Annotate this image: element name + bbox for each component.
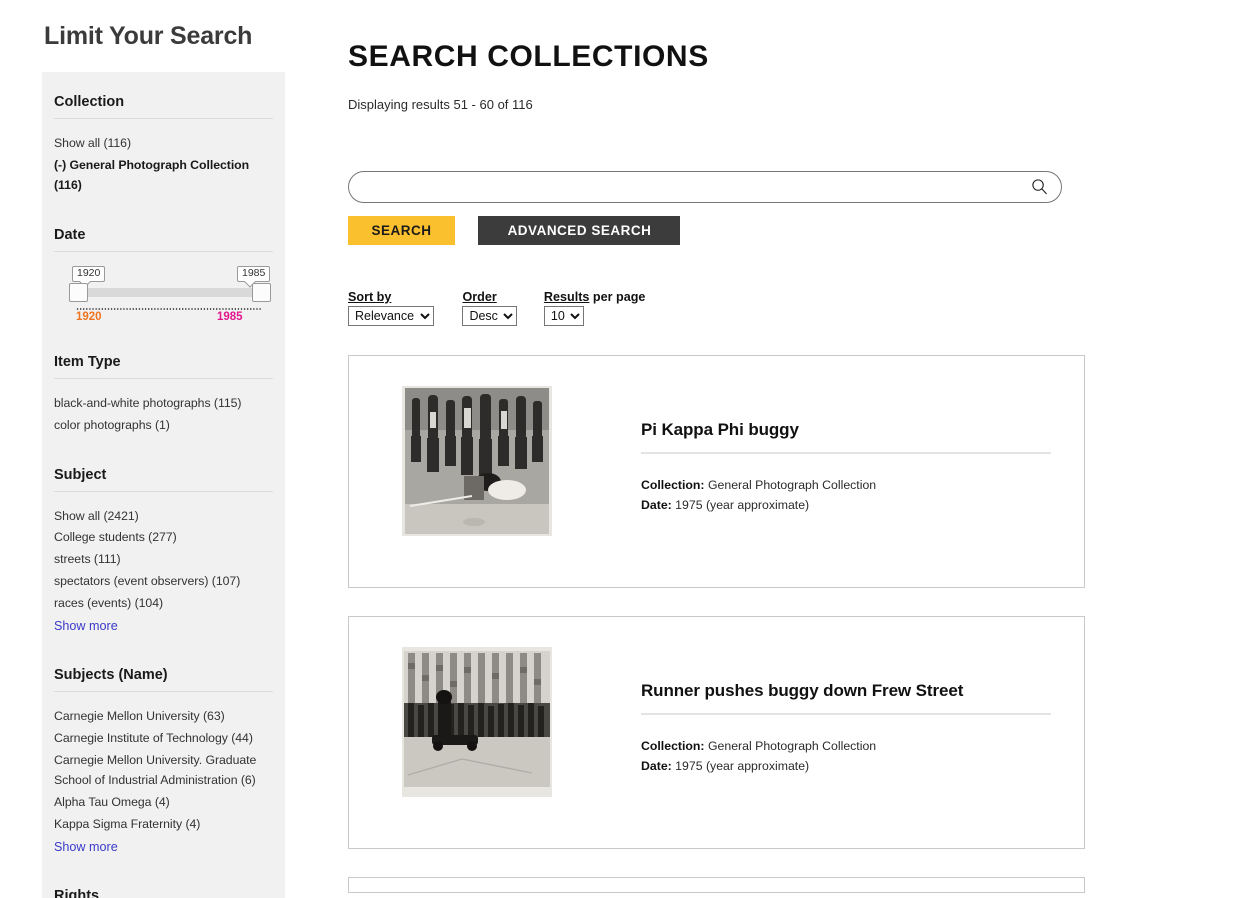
date-value: 1975 (year approximate) — [675, 497, 810, 512]
facet-divider — [54, 118, 273, 119]
result-thumbnail[interactable] — [402, 386, 552, 536]
search-input[interactable] — [348, 171, 1062, 203]
facet-heading-subject: Subject — [54, 466, 107, 483]
facet-option-cmu-gsia[interactable]: Carnegie Mellon University. Graduate Sch… — [54, 750, 273, 792]
date-value: 1975 (year approximate) — [675, 758, 810, 773]
facet-option-spectators[interactable]: spectators (event observers) (107) — [54, 571, 273, 593]
results-per-page-label-plain: per page — [589, 290, 646, 304]
show-more-subject-link[interactable]: Show more — [54, 615, 273, 637]
slider-label-max: 1985 — [217, 310, 243, 323]
results-per-page-label: Results per page — [544, 290, 646, 304]
facet-option-bw-photographs[interactable]: black-and-white photographs (115) — [54, 393, 273, 415]
facet-heading-date: Date — [54, 226, 86, 243]
slider-tooltip-max: 1985 — [237, 265, 271, 283]
date-range-slider[interactable]: 1920 1985 1920 1985 — [54, 265, 273, 324]
result-card[interactable]: Runner pushes buggy down Frew Street Col… — [348, 616, 1085, 849]
result-collection: Collection: General Photograph Collectio… — [641, 737, 1051, 757]
facet-option-races[interactable]: races (events) (104) — [54, 593, 273, 615]
collection-label: Collection: — [641, 478, 705, 492]
page-title: SEARCH COLLECTIONS — [348, 40, 709, 74]
advanced-search-button[interactable]: ADVANCED SEARCH — [478, 216, 681, 245]
search-button[interactable]: SEARCH — [348, 216, 455, 245]
results-per-page-label-underlined: Results — [543, 290, 590, 304]
show-more-subjects-name-link[interactable]: Show more — [54, 836, 273, 858]
result-collection: Collection: General Photograph Collectio… — [641, 476, 1051, 496]
facet-option-college-students[interactable]: College students (277) — [54, 527, 273, 549]
facet-heading-collection: Collection — [54, 94, 125, 110]
facet-heading-item-type: Item Type — [54, 353, 121, 370]
results-count-text: Displaying results 51 - 60 of 116 — [348, 97, 533, 112]
sort-by-label-underlined: Sort by — [348, 290, 392, 304]
facet-group-subjects-name: Subjects (Name) Carnegie Mellon Universi… — [54, 663, 273, 858]
photo-buggy-crowd — [402, 386, 552, 536]
title-divider — [641, 713, 1051, 715]
results-per-page-group: Results per page 10 — [543, 290, 646, 326]
result-date: Date: 1975 (year approximate) — [641, 757, 1051, 777]
facet-option-kappa-sigma-fraternity[interactable]: Kappa Sigma Fraternity (4) — [54, 814, 273, 836]
facet-divider — [54, 691, 273, 693]
facet-option-streets[interactable]: streets (111) — [54, 549, 273, 571]
facet-group-date: Date 1920 1985 1920 1985 — [54, 223, 273, 324]
date-label: Date: — [641, 758, 672, 773]
result-title[interactable]: Pi Kappa Phi buggy — [641, 420, 799, 440]
date-label: Date: — [641, 497, 672, 512]
result-date: Date: 1975 (year approximate) — [641, 496, 1051, 516]
facet-group-item-type: Item Type black-and-white photographs (1… — [54, 350, 273, 437]
facet-panel: Collection Show all (116) (-) General Ph… — [42, 72, 285, 898]
sort-by-select[interactable]: Relevance — [348, 306, 434, 326]
facet-option-general-photograph-collection[interactable]: (-) General Photograph Collection (116) — [54, 155, 273, 197]
slider-tooltip-min: 1920 — [72, 265, 106, 283]
facet-option-show-all-subject[interactable]: Show all (2421) — [54, 506, 273, 528]
search-collections-page: Limit Your Search Collection Show all (1… — [0, 0, 1256, 898]
facet-option-color-photographs[interactable]: color photographs (1) — [54, 415, 273, 437]
order-label-underlined: Order — [462, 290, 497, 304]
collection-label: Collection: — [641, 739, 705, 753]
slider-track[interactable] — [76, 287, 256, 297]
facet-group-rights: Rights Copyright Undetermined (15) — [54, 884, 273, 898]
facet-divider — [54, 250, 273, 252]
slider-handle-min[interactable] — [69, 282, 88, 302]
facet-option-carnegie-mellon-university[interactable]: Carnegie Mellon University (63) — [54, 706, 273, 728]
results-list: Pi Kappa Phi buggy Collection: General P… — [348, 355, 1085, 898]
facet-option-carnegie-institute-technology[interactable]: Carnegie Institute of Technology (44) — [54, 728, 273, 750]
result-thumbnail[interactable] — [402, 647, 552, 797]
search-bar — [348, 171, 1062, 203]
facet-group-collection: Collection Show all (116) (-) General Ph… — [54, 90, 273, 197]
facet-divider — [54, 490, 273, 492]
title-divider — [641, 452, 1051, 454]
sort-by-group: Sort by Relevance — [348, 290, 434, 326]
collection-value: General Photograph Collection — [707, 478, 877, 492]
result-card[interactable]: Pi Kappa Phi buggy Collection: General P… — [348, 355, 1085, 588]
sidebar-title: Limit Your Search — [44, 22, 253, 50]
facets-sidebar: Limit Your Search Collection Show all (1… — [0, 0, 330, 898]
facet-heading-rights: Rights — [54, 888, 100, 898]
result-card[interactable] — [348, 877, 1085, 893]
sort-controls: Sort by Relevance Order Desc Results per… — [348, 290, 669, 326]
order-label: Order — [462, 290, 517, 304]
facet-option-show-all-collection[interactable]: Show all (116) — [54, 133, 273, 155]
result-title[interactable]: Runner pushes buggy down Frew Street — [641, 681, 963, 701]
facet-group-subject: Subject Show all (2421) College students… — [54, 463, 273, 638]
photo-runner-buggy — [402, 647, 552, 797]
slider-handle-max[interactable] — [252, 282, 271, 302]
order-group: Order Desc — [462, 290, 518, 326]
facet-option-alpha-tau-omega[interactable]: Alpha Tau Omega (4) — [54, 792, 273, 814]
search-actions: SEARCH ADVANCED SEARCH — [348, 216, 681, 245]
result-details: Runner pushes buggy down Frew Street Col… — [641, 681, 1051, 777]
result-details: Pi Kappa Phi buggy Collection: General P… — [641, 420, 1051, 516]
results-per-page-select[interactable]: 10 — [543, 306, 584, 326]
order-select[interactable]: Desc — [462, 306, 518, 326]
main-content: SEARCH COLLECTIONS Displaying results 51… — [330, 0, 1256, 898]
facet-heading-subjects-name: Subjects (Name) — [54, 667, 168, 684]
sort-by-label: Sort by — [348, 290, 434, 304]
collection-value: General Photograph Collection — [707, 739, 877, 753]
facet-divider — [54, 377, 273, 379]
slider-label-min: 1920 — [76, 310, 102, 323]
